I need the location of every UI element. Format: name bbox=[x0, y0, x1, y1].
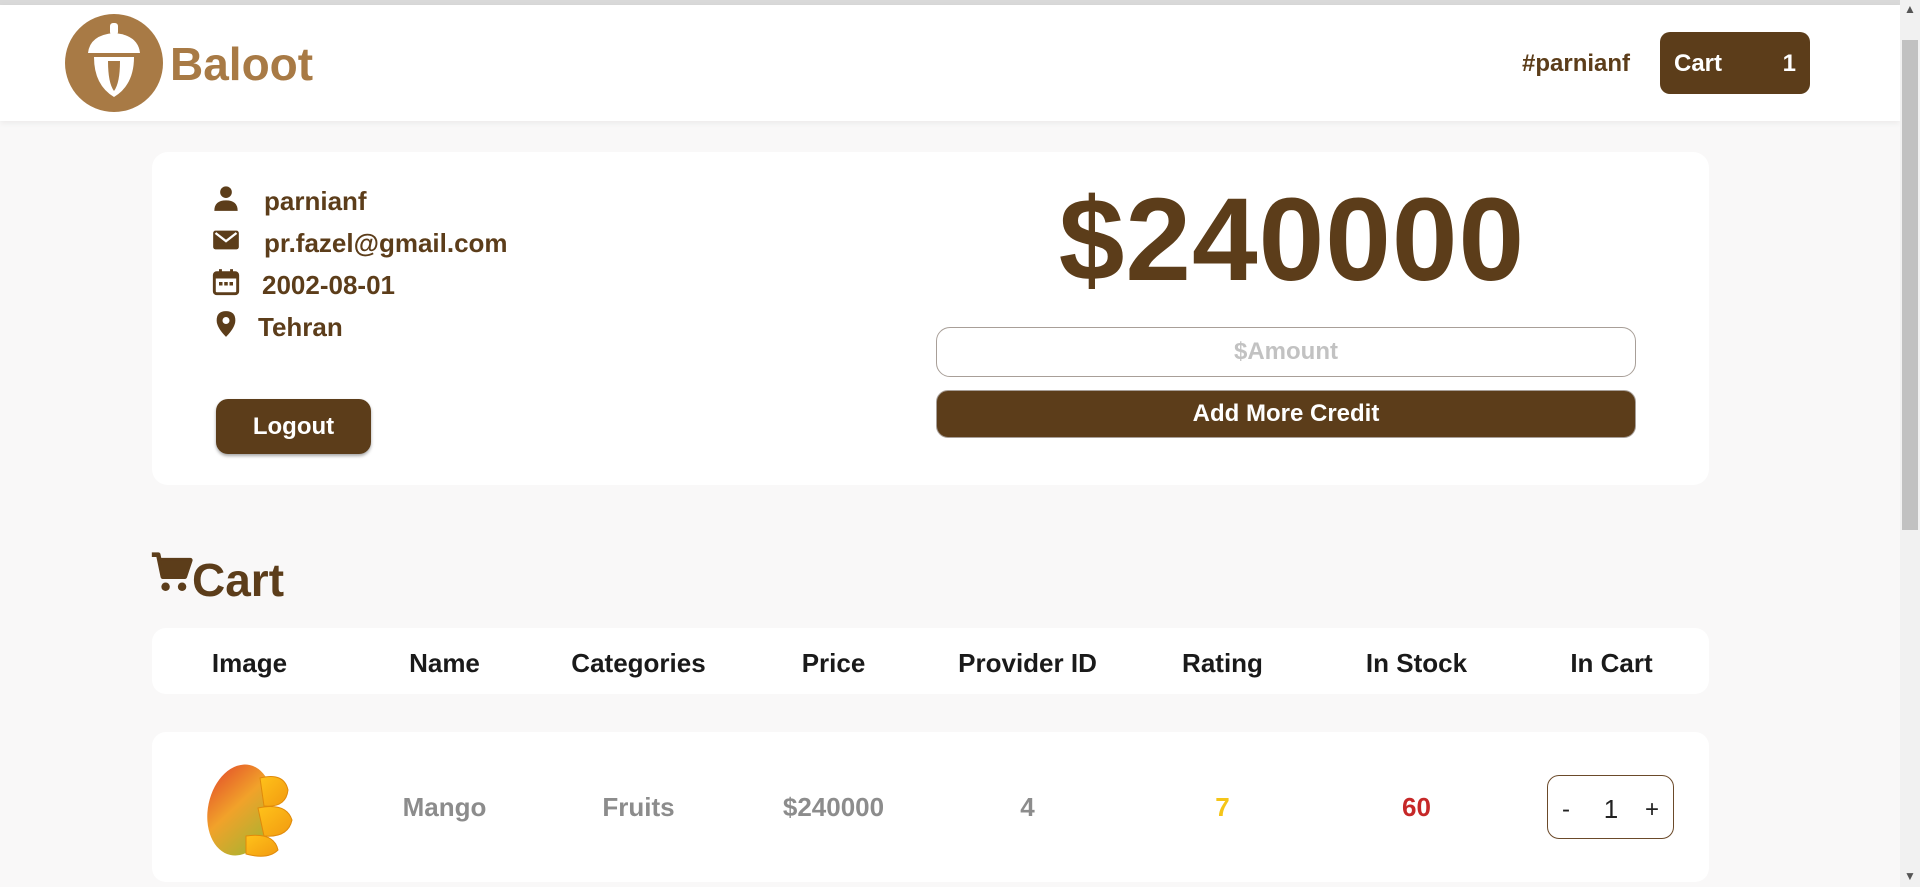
cell-price: $240000 bbox=[782, 792, 885, 822]
column-header-categories: Categories bbox=[571, 648, 706, 678]
column-header-provider-id: Provider ID bbox=[958, 648, 1097, 678]
credit-amount-input[interactable] bbox=[936, 327, 1636, 377]
scroll-down-arrow-icon[interactable]: ▼ bbox=[1900, 869, 1920, 885]
cell-in-stock: 60 bbox=[1402, 792, 1431, 822]
vertical-scrollbar[interactable]: ▲ ▼ bbox=[1900, 0, 1920, 887]
cart-button-label: Cart bbox=[1674, 50, 1723, 77]
header-username[interactable]: #parnianf bbox=[1522, 50, 1630, 78]
cart-table-header: Image Name Categories Price Provider ID … bbox=[152, 628, 1709, 694]
profile-address: Tehran bbox=[258, 312, 343, 342]
quantity-value: 1 bbox=[1603, 794, 1619, 824]
column-header-in-cart: In Cart bbox=[1570, 648, 1653, 678]
column-header-in-stock: In Stock bbox=[1365, 648, 1468, 678]
credit-balance: $240000 bbox=[1058, 174, 1526, 306]
profile-username: parnianf bbox=[264, 186, 367, 216]
shopping-cart-icon bbox=[151, 552, 193, 591]
column-header-name: Name bbox=[409, 648, 480, 678]
profile-birthdate: 2002-08-01 bbox=[262, 270, 395, 300]
mango-image[interactable] bbox=[202, 754, 298, 860]
scroll-up-arrow-icon[interactable]: ▲ bbox=[1900, 2, 1920, 18]
profile-email: pr.fazel@gmail.com bbox=[264, 228, 508, 258]
column-header-image: Image bbox=[211, 648, 288, 678]
cart-table-row: Mango Fruits $240000 4 7 60 - 1 + bbox=[152, 732, 1709, 882]
profile-card: parnianf pr.fazel@gmail.com 2002-08-01 T… bbox=[152, 152, 1709, 485]
column-header-price: Price bbox=[801, 648, 866, 678]
cart-count-badge: 1 bbox=[1782, 50, 1796, 77]
page: Baloot #parnianf Cart 1 ▲ ▼ parnianf pr.… bbox=[0, 0, 1920, 887]
header-cart-button[interactable]: Cart 1 bbox=[1660, 32, 1810, 94]
scrollbar-thumb[interactable] bbox=[1902, 40, 1918, 530]
decrease-quantity-button[interactable]: - bbox=[1562, 796, 1570, 824]
person-icon bbox=[214, 186, 238, 211]
top-header: Baloot #parnianf Cart 1 bbox=[0, 5, 1900, 121]
cell-provider-id: 4 bbox=[1020, 792, 1035, 822]
cart-title: Cart bbox=[192, 554, 285, 606]
location-pin-icon bbox=[216, 311, 236, 337]
cell-product-name[interactable]: Mango bbox=[347, 792, 542, 823]
increase-quantity-button[interactable]: + bbox=[1645, 796, 1659, 824]
logout-button[interactable]: Logout bbox=[216, 399, 371, 454]
brand-name[interactable]: Baloot bbox=[170, 37, 313, 91]
acorn-logo-icon[interactable] bbox=[64, 13, 164, 113]
column-header-rating: Rating bbox=[1182, 648, 1263, 678]
quantity-stepper[interactable]: - 1 + bbox=[1547, 775, 1674, 839]
add-more-credit-button[interactable]: Add More Credit bbox=[936, 390, 1636, 438]
calendar-icon bbox=[212, 269, 240, 296]
cell-categories: Fruits bbox=[602, 792, 675, 822]
mail-icon bbox=[213, 230, 239, 250]
cell-rating: 7 bbox=[1215, 792, 1230, 822]
